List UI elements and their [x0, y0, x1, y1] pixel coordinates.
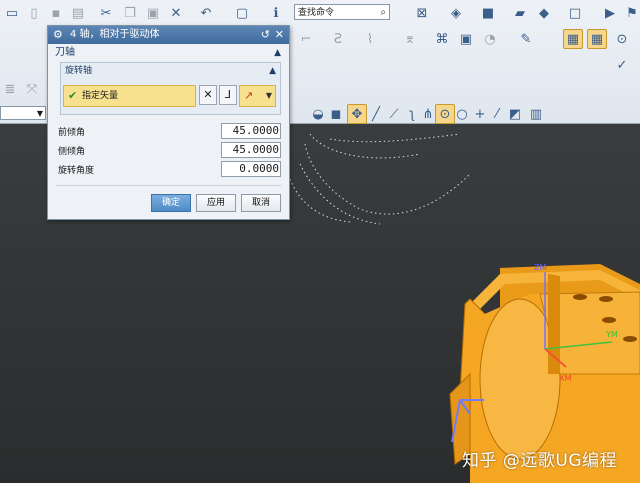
cube-icon[interactable]: ■ — [478, 3, 498, 23]
grid2-icon[interactable]: ▦ — [587, 29, 607, 49]
close-icon[interactable]: ✕ — [275, 26, 284, 44]
delete-icon[interactable]: ✕ — [166, 3, 186, 23]
window-icon[interactable]: ▢ — [232, 3, 252, 23]
shape-icon[interactable]: ◆ — [534, 3, 554, 23]
grid-icon[interactable]: ▦ — [563, 29, 583, 49]
toolbar-row-1: ▭ ▯ ▪ ▤ ✂ ❐ ▣ ✕ ↶ ▢ ℹ 查找命令 ⌕ ⊠ ◈ ■ ▰ ◆ □… — [0, 0, 640, 26]
face-icon[interactable]: ◩ — [505, 104, 525, 124]
reverse-direction-icon[interactable]: ✕ — [199, 85, 217, 105]
tilt-angle-input[interactable]: 45.0000 — [221, 142, 281, 158]
checkmark-icon: ✔ — [68, 89, 78, 102]
layer-icon[interactable]: ≣ — [0, 79, 20, 99]
select-icon[interactable]: ⊠ — [412, 3, 432, 23]
dialog-title: 4 轴，相对于驱动体 — [70, 29, 160, 40]
mill-icon[interactable]: Ƨ — [328, 29, 348, 49]
save-icon[interactable]: ▪ — [46, 3, 66, 23]
undo-icon[interactable]: ↶ — [196, 3, 216, 23]
tool-axis-group-title: 刀轴 — [55, 47, 75, 58]
wcs-icon[interactable]: ⤧ — [22, 79, 42, 99]
cancel-button[interactable]: 取消 — [241, 194, 281, 212]
tilt-angle-row: 侧倾角 45.0000 — [58, 141, 289, 160]
snap-icon[interactable]: ✥ — [347, 104, 367, 124]
search-icon[interactable]: ⌕ — [380, 5, 386, 21]
gear-icon[interactable]: ⚙ — [53, 26, 63, 44]
chevron-up-icon[interactable]: ▲ — [269, 63, 276, 79]
postprocess-icon[interactable]: ▣ — [456, 29, 476, 49]
axis-label-x: XM — [559, 374, 571, 383]
print-icon[interactable]: ▤ — [68, 3, 88, 23]
vector-arrow-icon: ↗ — [244, 89, 254, 102]
button-divider — [56, 185, 281, 186]
settings-icon[interactable]: ▥ — [526, 104, 546, 124]
endpoint-icon[interactable]: ⟋ — [384, 104, 404, 124]
rotation-angle-row: 旋转角度 0.0000 — [58, 160, 289, 179]
target-icon[interactable]: ⊙ — [612, 29, 632, 49]
check-icon[interactable]: ✓ — [612, 55, 632, 75]
selection-filter-dropdown[interactable]: ▼ — [0, 106, 46, 120]
verify-icon[interactable]: ⌘ — [432, 29, 452, 49]
rotation-angle-input[interactable]: 0.0000 — [221, 161, 281, 177]
specify-vector-row[interactable]: ✔ 指定矢量 — [63, 85, 196, 107]
command-search-input[interactable]: 查找命令 ⌕ — [294, 4, 390, 20]
rotation-axis-group: 旋转轴 ▲ ✔ 指定矢量 ✕ ⅃ ↗ ▼ — [60, 62, 281, 115]
specify-vector-label: 指定矢量 — [82, 91, 119, 101]
vector-type-dropdown[interactable]: ↗ ▼ — [239, 85, 276, 107]
drill-icon[interactable]: ⌇ — [360, 29, 380, 49]
solid-icon[interactable]: ◼ — [326, 104, 346, 124]
flag-icon[interactable]: ⚑ — [622, 3, 640, 23]
filter-icon[interactable]: ◒ — [308, 104, 328, 124]
command-search-placeholder: 查找命令 — [298, 8, 335, 18]
paste-icon[interactable]: ▣ — [143, 3, 163, 23]
toolpath-icon[interactable]: ◔ — [480, 29, 500, 49]
chevron-down-icon: ▼ — [36, 109, 43, 118]
generate-icon[interactable]: ⌆ — [400, 29, 420, 49]
apply-button[interactable]: 应用 — [196, 194, 236, 212]
reset-icon[interactable]: ↺ — [261, 26, 270, 44]
rotation-axis-title: 旋转轴 — [65, 66, 93, 76]
axis-label-y: YM — [605, 330, 618, 339]
info-icon[interactable]: ℹ — [266, 3, 286, 23]
tilt-angle-label: 侧倾角 — [58, 147, 86, 157]
box-icon[interactable]: □ — [565, 3, 585, 23]
play-icon[interactable]: ▶ — [600, 3, 620, 23]
vector-dialog-icon[interactable]: ⅃ — [219, 85, 237, 105]
lead-angle-row: 前倾角 45.0000 — [58, 122, 289, 141]
operation-icon[interactable]: ⌐ — [296, 29, 316, 49]
ok-button[interactable]: 确定 — [151, 194, 191, 212]
folder-icon[interactable]: ▰ — [510, 3, 530, 23]
pencil-icon[interactable]: ⁄ — [487, 104, 507, 124]
open-icon[interactable]: ▯ — [24, 3, 44, 23]
chevron-down-icon: ▼ — [265, 91, 272, 100]
axis-label-z: ZM — [534, 263, 546, 272]
lead-angle-label: 前倾角 — [58, 128, 86, 138]
copy-icon[interactable]: ❐ — [120, 3, 140, 23]
line-snap-icon[interactable]: ╱ — [366, 104, 386, 124]
edit-icon[interactable]: ✎ — [516, 29, 536, 49]
dialog-titlebar[interactable]: ⚙ 4 轴，相对于驱动体 ↺ ✕ — [48, 26, 289, 44]
four-axis-drive-dialog: ⚙ 4 轴，相对于驱动体 ↺ ✕ 刀轴 ▲ 旋转轴 ▲ ✔ 指定矢量 ✕ ⅃ ↗… — [47, 25, 290, 220]
new-icon[interactable]: ▭ — [2, 3, 22, 23]
tool-axis-group-header[interactable]: 刀轴 ▲ — [48, 44, 289, 62]
watermark: 知乎 @远歌UG编程 — [462, 451, 618, 471]
lead-angle-input[interactable]: 45.0000 — [221, 123, 281, 139]
rotation-angle-label: 旋转角度 — [58, 166, 95, 176]
toolpath-dots — [289, 133, 471, 225]
rotation-axis-header[interactable]: 旋转轴 ▲ — [61, 63, 280, 79]
circle-icon[interactable]: ○ — [452, 104, 472, 124]
chevron-up-icon[interactable]: ▲ — [274, 44, 281, 62]
cut-icon[interactable]: ✂ — [96, 3, 116, 23]
render-icon[interactable]: ◈ — [446, 3, 466, 23]
